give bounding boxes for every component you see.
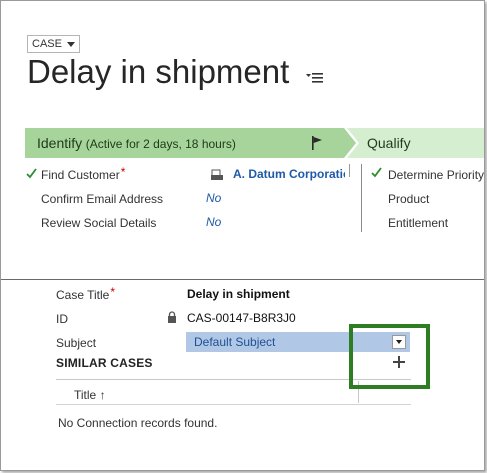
checkmark-icon: [371, 167, 382, 178]
page-title: Delay in shipment: [27, 53, 290, 90]
section-separator: [1, 279, 484, 280]
stage-identify[interactable]: Identify (Active for 2 days, 18 hours): [25, 128, 344, 158]
process-stage-bar: Identify (Active for 2 days, 18 hours) Q…: [25, 128, 484, 158]
step-review-social: Review Social Details: [41, 216, 157, 230]
step-label: Find Customer: [41, 168, 120, 182]
lock-icon: [168, 311, 176, 323]
entity-label: CASE: [32, 38, 62, 50]
step-product: Product: [388, 192, 430, 206]
id-label: ID: [56, 312, 68, 326]
required-marker: *: [120, 165, 126, 179]
chevron-down-icon: [66, 41, 75, 47]
confirm-email-value[interactable]: No: [206, 191, 221, 205]
subject-value: Default Subject: [194, 335, 276, 349]
highlight-box: [349, 324, 430, 389]
case-form-window: CASE Delay in shipment Identify (Active …: [0, 0, 485, 471]
subject-label: Subject: [56, 336, 97, 350]
case-title-value[interactable]: Delay in shipment: [187, 287, 290, 301]
stage-identify-label: Identify: [37, 135, 83, 151]
stage-qualify-label: Qualify: [367, 135, 411, 151]
record-icon: [211, 169, 223, 180]
field-divider: [349, 164, 350, 177]
customer-lookup-value[interactable]: A. Datum Corporatio: [233, 167, 345, 181]
list-menu-icon[interactable]: [306, 71, 324, 85]
column-divider: [361, 164, 362, 232]
step-confirm-email: Confirm Email Address: [41, 192, 164, 206]
case-title-label: Case Title*: [56, 285, 116, 302]
stage-duration: (Active for 2 days, 18 hours): [85, 137, 236, 151]
flag-icon: [312, 136, 322, 150]
review-social-value[interactable]: No: [206, 215, 221, 229]
id-value: CAS-00147-B8R3J0: [187, 311, 296, 325]
column-header-title[interactable]: Title ↑: [74, 388, 106, 402]
step-determine-priority: Determine Priority: [388, 168, 484, 182]
empty-grid-message: No Connection records found.: [58, 416, 218, 430]
sort-ascending-icon: ↑: [99, 388, 106, 402]
stage-notch: [347, 128, 359, 158]
step-entitlement: Entitlement: [388, 216, 449, 230]
entity-selector[interactable]: CASE: [27, 35, 80, 53]
step-find-customer: Find Customer*: [41, 165, 126, 182]
similar-cases-heading: SIMILAR CASES: [56, 356, 153, 370]
grid-header-border: [56, 404, 411, 405]
checkmark-icon: [26, 168, 37, 179]
